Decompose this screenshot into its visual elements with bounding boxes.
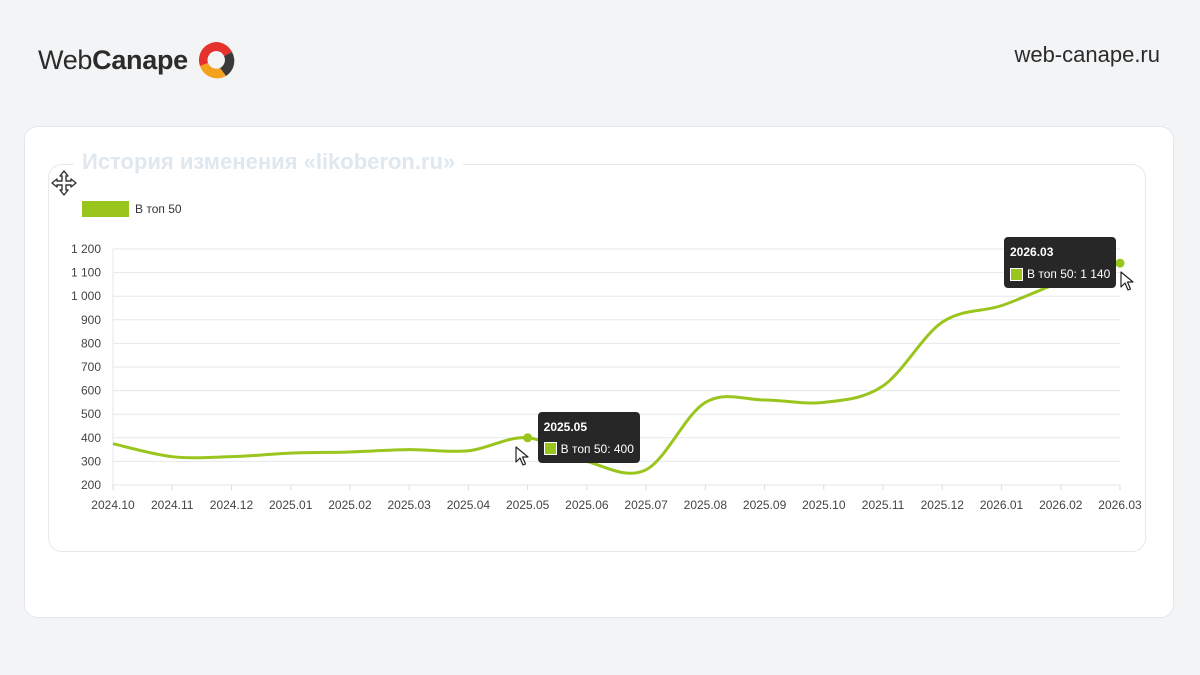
line-chart: 2003004005006007008009001 0001 1001 200 …	[71, 242, 1142, 512]
y-axis: 200 300 400 500 600 700 800 900 1 000 1 100 1 200	[71, 242, 101, 492]
y-tick-label: 1 000	[71, 289, 101, 303]
x-tick-label: 2026.02	[1039, 498, 1083, 512]
tooltip-value: В топ 50: 1 140	[1027, 267, 1111, 282]
data-point[interactable]	[466, 449, 470, 453]
data-point[interactable]	[822, 400, 826, 404]
y-tick-label: 1 100	[71, 266, 101, 280]
data-point[interactable]	[1000, 304, 1004, 308]
tooltip-row: В топ 50: 400	[543, 441, 634, 457]
x-tick-label: 2025.05	[506, 498, 550, 512]
tooltip-swatch	[1010, 267, 1023, 281]
y-tick-label: 300	[81, 454, 101, 468]
data-point[interactable]	[940, 320, 944, 324]
x-tick-label: 2025.03	[387, 498, 431, 512]
x-tick-label: 2025.02	[328, 498, 372, 512]
y-tick-label: 800	[81, 336, 101, 350]
y-tick-label: 200	[81, 478, 101, 492]
hover-point-marker[interactable]	[1115, 258, 1125, 268]
tooltip-title: 2026.03	[1010, 245, 1054, 260]
tooltip-title: 2025.05	[543, 419, 588, 434]
data-point[interactable]	[229, 455, 233, 459]
x-tick-label: 2025.01	[269, 498, 313, 512]
y-tick-label: 700	[81, 360, 101, 374]
y-tick-label: 400	[81, 431, 101, 445]
x-tick-label: 2025.06	[565, 498, 609, 512]
y-tick-label: 500	[81, 407, 101, 421]
data-point[interactable]	[763, 398, 767, 402]
x-axis: 2024.10 2024.11 2024.12 2025.01 2025.02 2025.…	[91, 485, 1142, 512]
chart-tooltip: 2026.03 В топ 50: 1 140	[1004, 237, 1117, 289]
x-tick-label: 2025.09	[743, 498, 787, 512]
hover-point-marker[interactable]	[523, 433, 533, 443]
data-point[interactable]	[111, 442, 115, 446]
data-point[interactable]	[881, 384, 885, 388]
data-point[interactable]	[703, 400, 707, 404]
data-point[interactable]	[407, 448, 411, 452]
x-tick-label: 2025.10	[802, 498, 846, 512]
y-tick-label: 600	[81, 384, 101, 398]
data-point[interactable]	[644, 468, 648, 472]
x-tick-label: 2024.11	[151, 498, 194, 512]
x-tick-label: 2025.11	[862, 498, 905, 512]
x-tick-label: 2024.12	[210, 498, 254, 512]
x-tick-label: 2025.12	[921, 498, 965, 512]
x-tick-label: 2024.10	[91, 498, 135, 512]
x-tick-label: 2026.01	[980, 498, 1024, 512]
y-tick-label: 1 200	[71, 242, 101, 256]
data-point[interactable]	[348, 450, 352, 454]
data-point[interactable]	[170, 455, 174, 459]
data-point[interactable]	[289, 451, 293, 455]
x-tick-label: 2026.03	[1098, 498, 1142, 512]
tooltip-row: В топ 50: 1 140	[1010, 266, 1110, 282]
x-tick-label: 2025.04	[447, 498, 491, 512]
chart-tooltip: 2025.05 В топ 50: 400	[537, 411, 640, 463]
x-tick-label: 2025.08	[684, 498, 728, 512]
tooltip-value: В топ 50: 400	[560, 441, 634, 456]
x-tick-label: 2025.07	[624, 498, 668, 512]
mouse-pointer-icon	[1120, 271, 1134, 291]
y-tick-label: 900	[81, 313, 101, 327]
tooltip-swatch	[543, 442, 557, 456]
mouse-pointer-icon	[515, 446, 529, 466]
